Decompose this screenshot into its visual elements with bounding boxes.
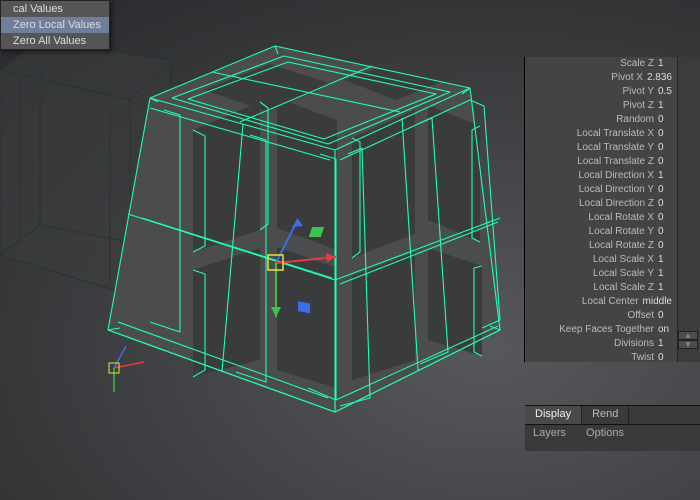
- attribute-row[interactable]: Local Scale Z 1: [525, 281, 700, 295]
- menu-options[interactable]: Options: [578, 425, 636, 441]
- attribute-value[interactable]: 0: [658, 127, 672, 141]
- attribute-value[interactable]: 0: [658, 239, 672, 253]
- spinner-up[interactable]: ▲: [678, 331, 698, 340]
- attribute-row[interactable]: Local Direction X 1: [525, 169, 700, 183]
- attribute-name: Local Direction Z: [579, 197, 654, 211]
- attribute-name: Random: [616, 113, 654, 127]
- attribute-name: Pivot Y: [623, 85, 655, 99]
- attribute-value[interactable]: 1: [658, 281, 672, 295]
- attribute-value[interactable]: 0: [658, 155, 672, 169]
- attribute-name: Divisions: [614, 337, 654, 351]
- attribute-name: Twist: [631, 351, 654, 362]
- context-menu-item[interactable]: Zero All Values: [1, 33, 109, 49]
- attribute-row[interactable]: Local Rotate Y 0: [525, 225, 700, 239]
- attribute-value[interactable]: 1: [658, 267, 672, 281]
- attribute-row[interactable]: Local Scale Y 1: [525, 267, 700, 281]
- attribute-name: Local Direction Y: [579, 183, 654, 197]
- attribute-row[interactable]: Local Direction Y 0: [525, 183, 700, 197]
- attribute-row[interactable]: Local Direction Z 0: [525, 197, 700, 211]
- attribute-row[interactable]: Local Center middle: [525, 295, 700, 309]
- attribute-value[interactable]: 1: [658, 57, 672, 71]
- attribute-row[interactable]: Scale Z 1: [525, 57, 700, 71]
- attribute-name: Local Scale Z: [593, 281, 654, 295]
- context-menu-item[interactable]: Zero Local Values: [1, 17, 109, 33]
- attribute-value[interactable]: 0: [658, 113, 672, 127]
- attribute-value[interactable]: 0.5: [658, 85, 672, 99]
- attribute-name: Local Translate X: [577, 127, 654, 141]
- attribute-row[interactable]: Pivot Z 1: [525, 99, 700, 113]
- attribute-row[interactable]: Twist 0: [525, 351, 700, 362]
- attribute-name: Offset: [628, 309, 655, 323]
- attribute-name: Local Scale X: [593, 253, 654, 267]
- attribute-row[interactable]: Divisions 1: [525, 337, 700, 351]
- attribute-value[interactable]: 0: [658, 309, 672, 323]
- attribute-value[interactable]: 0: [658, 211, 672, 225]
- spinner-column: ▲ ▼: [677, 57, 700, 362]
- attribute-name: Pivot X: [611, 71, 643, 85]
- tab-render[interactable]: Rend: [582, 406, 629, 424]
- attribute-name: Local Rotate Z: [589, 239, 654, 253]
- layer-editor[interactable]: Display Rend Layers Options: [525, 405, 700, 451]
- attribute-name: Local Scale Y: [593, 267, 654, 281]
- attribute-row[interactable]: Local Rotate X 0: [525, 211, 700, 225]
- attribute-value[interactable]: 2.836: [647, 71, 672, 85]
- attribute-row[interactable]: Local Translate Z 0: [525, 155, 700, 169]
- attribute-value[interactable]: 0: [658, 183, 672, 197]
- attribute-name: Local Center: [582, 295, 639, 309]
- attribute-row[interactable]: Offset0: [525, 309, 700, 323]
- spinner-down[interactable]: ▼: [678, 340, 698, 349]
- channel-box[interactable]: ▲ ▼ Scale Z1Pivot X2.836Pivot Y0.5Pivot …: [524, 57, 700, 362]
- attribute-name: Scale Z: [620, 57, 654, 71]
- attribute-row[interactable]: Pivot Y0.5: [525, 85, 700, 99]
- menu-layers[interactable]: Layers: [525, 425, 578, 441]
- attribute-row[interactable]: Local Rotate Z 0: [525, 239, 700, 253]
- attribute-value[interactable]: 1: [658, 99, 672, 113]
- attribute-name: Keep Faces Together: [559, 323, 654, 337]
- attribute-name: Local Rotate Y: [589, 225, 654, 239]
- tab-display[interactable]: Display: [525, 406, 582, 424]
- attribute-value[interactable]: 0: [658, 141, 672, 155]
- attribute-value[interactable]: 1: [658, 337, 672, 351]
- attribute-name: Local Translate Z: [577, 155, 654, 169]
- attribute-value[interactable]: middle: [643, 295, 672, 309]
- attribute-row[interactable]: Pivot X 2.836: [525, 71, 700, 85]
- attribute-row[interactable]: Local Scale X 1: [525, 253, 700, 267]
- attribute-value[interactable]: 1: [658, 253, 672, 267]
- attribute-value[interactable]: 0: [658, 197, 672, 211]
- attribute-name: Local Rotate X: [588, 211, 654, 225]
- context-menu[interactable]: cal Values Zero Local Values Zero All Va…: [0, 0, 110, 50]
- attribute-value[interactable]: 1: [658, 169, 672, 183]
- attribute-name: Pivot Z: [623, 99, 654, 113]
- attribute-value[interactable]: 0: [658, 225, 672, 239]
- attribute-name: Local Direction X: [578, 169, 654, 183]
- attribute-row[interactable]: Random 0: [525, 113, 700, 127]
- context-menu-item[interactable]: cal Values: [1, 1, 109, 17]
- attribute-value[interactable]: 0: [658, 351, 672, 362]
- viewport-3d[interactable]: cal Values Zero Local Values Zero All Va…: [0, 0, 700, 500]
- attribute-row[interactable]: Keep Faces Together on: [525, 323, 700, 337]
- attribute-value[interactable]: on: [658, 323, 672, 337]
- attribute-row[interactable]: Local Translate Y 0: [525, 141, 700, 155]
- attribute-name: Local Translate Y: [577, 141, 654, 155]
- attribute-row[interactable]: Local Translate X 0: [525, 127, 700, 141]
